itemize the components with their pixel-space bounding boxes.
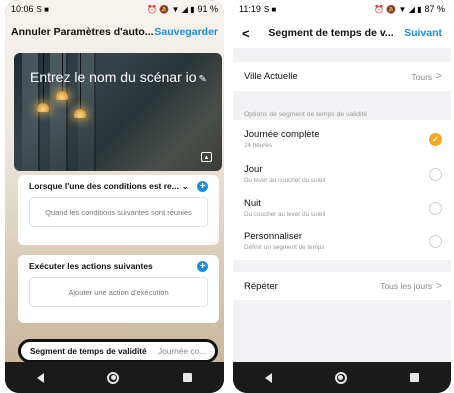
notification-icons: S ■ [36,4,49,14]
status-time: 11:19 [239,4,261,14]
repeat-row[interactable]: Répéter Tous les jours > [233,272,451,300]
option-night[interactable]: Nuit Du coucher au lever du soleil [244,191,442,225]
top-bar: < Segment de temps de v... Suivant [233,18,451,48]
time-segment-screen: 11:19 S ■ ⏰ 🔕 ▼ ◢ ▮ 87 % < Segment de te… [233,0,451,362]
conditions-placeholder: Quand les conditions suivantes sont réun… [45,207,192,217]
repeat-label: Répéter [244,280,278,292]
option-subtitle: Définir un segment de temps [244,244,325,251]
scene-cover-image[interactable]: Entrez le nom du scénar io ✎ ▲ [14,53,222,171]
current-city-row[interactable]: Ville Actuelle Tours > [233,62,451,91]
validity-segment-row[interactable]: Segment de temps de validité Journée co.… [18,339,218,362]
option-full-day[interactable]: Journée complète 24 heures ✓ [244,122,442,156]
battery-level: 91 % [197,4,218,14]
lamp-decoration [74,109,86,118]
actions-title: Exécuter les actions suivantes [29,261,153,271]
next-button[interactable]: Suivant [404,27,442,39]
nav-recents-icon[interactable] [410,373,420,382]
repeat-value: Tous les jours [380,281,433,291]
back-chevron-icon[interactable]: < [242,26,264,41]
actions-card: Exécuter les actions suivantes + Ajouter… [18,255,219,323]
phone-left: 10:06 S ■ ⏰ 🔕 ▼ ◢ ▮ 91 % Annuler Paramèt… [5,0,224,393]
image-icon[interactable]: ▲ [201,152,212,162]
add-action-box[interactable]: Ajouter une action d'exécution [29,277,208,307]
top-bar: Annuler Paramètres d'auto... Sauvegarder [5,18,224,46]
notification-icons: S ■ [263,4,277,14]
nav-back-icon[interactable] [36,372,44,383]
radio-button[interactable] [429,234,442,248]
scene-name-placeholder: Entrez le nom du scénar io [30,69,197,85]
option-title: Nuit [244,198,261,209]
option-subtitle: 24 heures [244,142,273,149]
lamp-decoration [37,103,49,112]
pencil-icon: ✎ [198,74,207,85]
nav-home-icon[interactable] [107,371,120,384]
option-custom[interactable]: Personnaliser Définir un segment de temp… [244,224,442,258]
status-icons: ⏰ 🔕 ▼ ◢ ▮ [147,4,195,14]
option-title: Jour [244,164,263,175]
radio-button[interactable] [429,167,442,181]
android-nav-bar [5,362,224,393]
nav-home-icon[interactable] [334,371,347,384]
scene-edit-screen: 10:06 S ■ ⏰ 🔕 ▼ ◢ ▮ 91 % Annuler Paramèt… [5,0,224,362]
save-button[interactable]: Sauvegarder [154,26,218,38]
lamp-decoration [56,91,68,100]
chevron-right-icon: > [436,71,442,82]
status-bar: 10:06 S ■ ⏰ 🔕 ▼ ◢ ▮ 91 % [5,0,224,18]
actions-placeholder: Ajouter une action d'exécution [68,287,169,297]
scene-name-field[interactable]: Entrez le nom du scénar io ✎ [30,69,212,88]
city-value: Tours [411,71,433,82]
android-nav-bar [233,362,451,393]
check-icon[interactable]: ✓ [429,132,442,146]
section-label: Options de segment de temps de validité [244,111,368,118]
conditions-title: Lorsque l'une des conditions est re... [29,181,179,191]
time-segment-options: Journée complète 24 heures ✓ Jour Du lev… [233,120,451,260]
status-bar: 11:19 S ■ ⏰ 🔕 ▼ ◢ ▮ 87 % [233,0,451,18]
battery-level: 87 % [424,4,445,14]
status-icons: ⏰ 🔕 ▼ ◢ ▮ [374,4,422,14]
city-label: Ville Actuelle [244,71,298,82]
option-title: Personnaliser [244,231,303,242]
validity-value: Journée co... [158,346,206,356]
validity-label: Segment de temps de validité [30,346,147,356]
chevron-down-icon: ⌄ [181,182,189,191]
nav-back-icon[interactable] [264,372,272,383]
conditions-dropdown[interactable]: Lorsque l'une des conditions est re... ⌄ [29,181,189,191]
cancel-title[interactable]: Annuler Paramètres d'auto... [11,26,154,38]
option-subtitle: Du lever au coucher du soleil [244,177,326,184]
chevron-right-icon: > [436,280,442,292]
nav-recents-icon[interactable] [183,373,193,382]
option-subtitle: Du coucher au lever du soleil [244,211,326,218]
page-title: Segment de temps de v... [268,27,394,39]
conditions-card: Lorsque l'une des conditions est re... ⌄ … [18,175,219,245]
option-day[interactable]: Jour Du lever au coucher du soleil [244,157,442,191]
plus-icon[interactable]: + [197,180,208,192]
plus-icon[interactable]: + [197,260,208,272]
phone-right: 11:19 S ■ ⏰ 🔕 ▼ ◢ ▮ 87 % < Segment de te… [233,0,451,393]
status-time: 10:06 [11,4,34,14]
radio-button[interactable] [429,201,442,215]
option-title: Journée complète [244,129,320,140]
add-condition-box[interactable]: Quand les conditions suivantes sont réun… [29,197,208,227]
